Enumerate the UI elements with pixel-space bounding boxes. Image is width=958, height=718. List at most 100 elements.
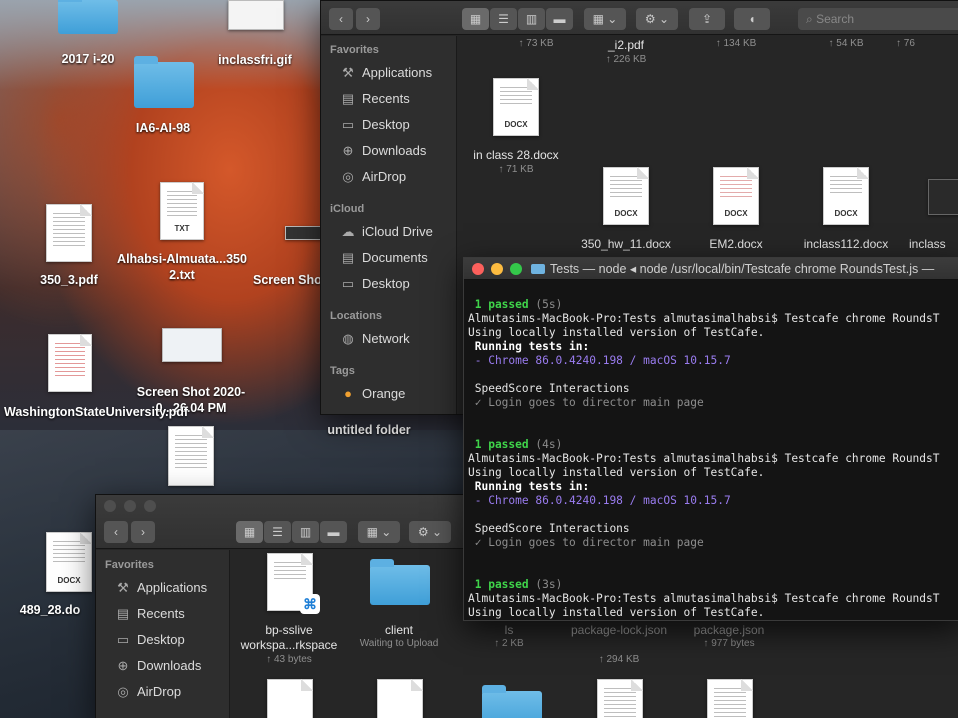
- folder-icon[interactable]: [370, 559, 430, 605]
- sidebar-item-applications[interactable]: ⚒ Applications: [339, 65, 432, 81]
- file-name[interactable]: inclass112.docx: [786, 237, 906, 252]
- sidebar-item-documents[interactable]: ▤ Documents: [339, 250, 428, 266]
- desktop-screenshot-icon[interactable]: [285, 226, 323, 240]
- back-button[interactable]: ‹: [104, 521, 128, 543]
- list-view-button[interactable]: ☰: [490, 8, 517, 30]
- file-size: ↑ 76: [896, 38, 915, 49]
- tags-button[interactable]: ◖: [734, 8, 770, 30]
- desktop-item[interactable]: Alhabsi-Almuata...350 2.txt: [117, 251, 247, 283]
- file-name[interactable]: 350_hw_11.docx: [566, 237, 686, 252]
- docx-file-icon[interactable]: DOCX: [493, 78, 539, 136]
- zoom-button[interactable]: [510, 263, 522, 275]
- sidebar-item-downloads[interactable]: ⊕ Downloads: [114, 658, 202, 674]
- desktop-item[interactable]: untitled folder: [304, 422, 434, 438]
- file-name[interactable]: _i2.pdf: [566, 38, 686, 53]
- vscode-workspace-file-icon[interactable]: ⌘: [267, 553, 320, 614]
- desktop-pdf-icon[interactable]: [48, 334, 92, 392]
- gallery-view-button[interactable]: ▬: [320, 521, 347, 543]
- sidebar-item-airdrop[interactable]: ◎ AirDrop: [339, 169, 406, 185]
- orange-tag-icon: ●: [344, 386, 352, 401]
- file-name[interactable]: in class 28.docx: [456, 148, 576, 163]
- close-button[interactable]: [472, 263, 484, 275]
- desktop-item[interactable]: IA6-AI-98: [98, 120, 228, 136]
- file-name[interactable]: package-lock.json: [559, 623, 679, 638]
- action-gear-button[interactable]: ⚙ ⌄: [409, 521, 451, 543]
- icon-view-button[interactable]: ▦: [462, 8, 489, 30]
- documents-icon: ▤: [341, 250, 355, 265]
- file-size: ↑ 294 KB: [598, 654, 640, 665]
- close-button[interactable]: [104, 500, 116, 512]
- sidebar-item-downloads[interactable]: ⊕ Downloads: [339, 143, 427, 159]
- desktop-pdf-icon[interactable]: [46, 204, 92, 262]
- sidebar-header-favorites: Favorites: [330, 44, 379, 56]
- airdrop-icon: ◎: [117, 684, 129, 699]
- prompt: Almutasims-MacBook-Pro:Tests almutasimal…: [468, 592, 778, 605]
- folder-icon[interactable]: [482, 685, 542, 718]
- terminal-window[interactable]: Tests — node ◂ node /usr/local/bin/Testc…: [463, 257, 958, 621]
- image-file-icon[interactable]: [928, 179, 958, 215]
- desktop-docx-icon[interactable]: DOCX: [46, 532, 92, 592]
- desktop-item[interactable]: 350_3.pdf: [4, 272, 134, 288]
- terminal-title: Tests — node ◂ node /usr/local/bin/Testc…: [550, 262, 935, 276]
- share-button[interactable]: ⇪: [689, 8, 725, 30]
- desktop-folder-icon[interactable]: [134, 56, 194, 108]
- sidebar-item-desktop[interactable]: ▭ Desktop: [114, 632, 185, 648]
- column-view-button[interactable]: ▥: [292, 521, 319, 543]
- sidebar-tag-orange[interactable]: ● Orange: [339, 386, 405, 401]
- list-view-button[interactable]: ☰: [264, 521, 291, 543]
- desktop-item[interactable]: inclassfri.gif: [190, 52, 320, 68]
- sidebar-item-applications[interactable]: ⚒ Applications: [114, 580, 207, 596]
- file-name[interactable]: EM2.docx: [676, 237, 796, 252]
- file-icon[interactable]: [597, 679, 643, 718]
- browser-line: - Chrome 86.0.4240.198 / macOS 10.15.7: [468, 494, 731, 507]
- sidebar-item-recents[interactable]: ▤ Recents: [339, 91, 410, 107]
- search-field[interactable]: ⌕ Search: [798, 8, 958, 30]
- file-icon[interactable]: [707, 679, 753, 718]
- file-name[interactable]: client: [339, 623, 459, 638]
- finder-toolbar: ‹ › ▦ ☰ ▥ ▬ ▦ ⌄ ⚙ ⌄ ⇪ ◖ ⌕ Search: [321, 1, 958, 35]
- column-view-button[interactable]: ▥: [518, 8, 545, 30]
- downloads-icon: ⊕: [117, 658, 129, 673]
- file-size: ↑ 977 bytes: [703, 638, 755, 649]
- sidebar-item-icloud-drive[interactable]: ☁ iCloud Drive: [339, 224, 433, 240]
- sidebar-item-desktop[interactable]: ▭ Desktop: [339, 117, 410, 133]
- file-name[interactable]: package.json: [669, 623, 789, 638]
- sidebar-item-recents[interactable]: ▤ Recents: [114, 606, 185, 622]
- sidebar-item-airdrop[interactable]: ◎ AirDrop: [114, 684, 181, 700]
- file-icon[interactable]: [377, 679, 423, 718]
- desktop-txt-icon[interactable]: TXT: [160, 182, 204, 240]
- file-name[interactable]: ls: [449, 623, 569, 638]
- desktop-item[interactable]: WashingtonStateUniversity.pdf: [4, 404, 188, 420]
- docx-file-icon[interactable]: DOCX: [603, 167, 649, 225]
- minimize-button[interactable]: [491, 263, 503, 275]
- docx-file-icon[interactable]: DOCX: [823, 167, 869, 225]
- group-button[interactable]: ▦ ⌄: [358, 521, 400, 543]
- sidebar-item-network[interactable]: ◍ Network: [339, 331, 409, 347]
- sidebar-tag-purple[interactable]: ●: [339, 412, 362, 414]
- terminal-output[interactable]: 1 passed (5s) Almutasims-MacBook-Pro:Tes…: [468, 284, 958, 620]
- group-button[interactable]: ▦ ⌄: [584, 8, 626, 30]
- icon-view-button[interactable]: ▦: [236, 521, 263, 543]
- gallery-view-button[interactable]: ▬: [546, 8, 573, 30]
- file-size: ↑ 134 KB: [715, 38, 757, 49]
- docx-file-icon[interactable]: DOCX: [713, 167, 759, 225]
- desktop-folder-icon[interactable]: [58, 0, 118, 34]
- file-icon[interactable]: [267, 679, 313, 718]
- desktop-image-icon[interactable]: [228, 0, 284, 30]
- prompt: Almutasims-MacBook-Pro:Tests almutasimal…: [468, 452, 778, 465]
- sidebar-item-icloud-desktop[interactable]: ▭ Desktop: [339, 276, 410, 292]
- forward-button[interactable]: ›: [131, 521, 155, 543]
- zoom-button[interactable]: [144, 500, 156, 512]
- desktop-doc-icon[interactable]: [168, 426, 214, 486]
- terminal-titlebar[interactable]: Tests — node ◂ node /usr/local/bin/Testc…: [464, 258, 958, 280]
- file-size: ↑ 71 KB: [498, 164, 534, 175]
- minimize-button[interactable]: [124, 500, 136, 512]
- action-gear-button[interactable]: ⚙ ⌄: [636, 8, 678, 30]
- file-name[interactable]: inclass: [909, 237, 958, 252]
- desktop-item[interactable]: 489_28.do: [0, 602, 100, 618]
- desktop-screenshot-icon[interactable]: [162, 328, 222, 362]
- back-button[interactable]: ‹: [329, 8, 353, 30]
- file-name[interactable]: bp-sslive workspa...rkspace: [229, 623, 349, 653]
- desktop-item[interactable]: Screen Shot 2020-10...: [253, 272, 323, 288]
- forward-button[interactable]: ›: [356, 8, 380, 30]
